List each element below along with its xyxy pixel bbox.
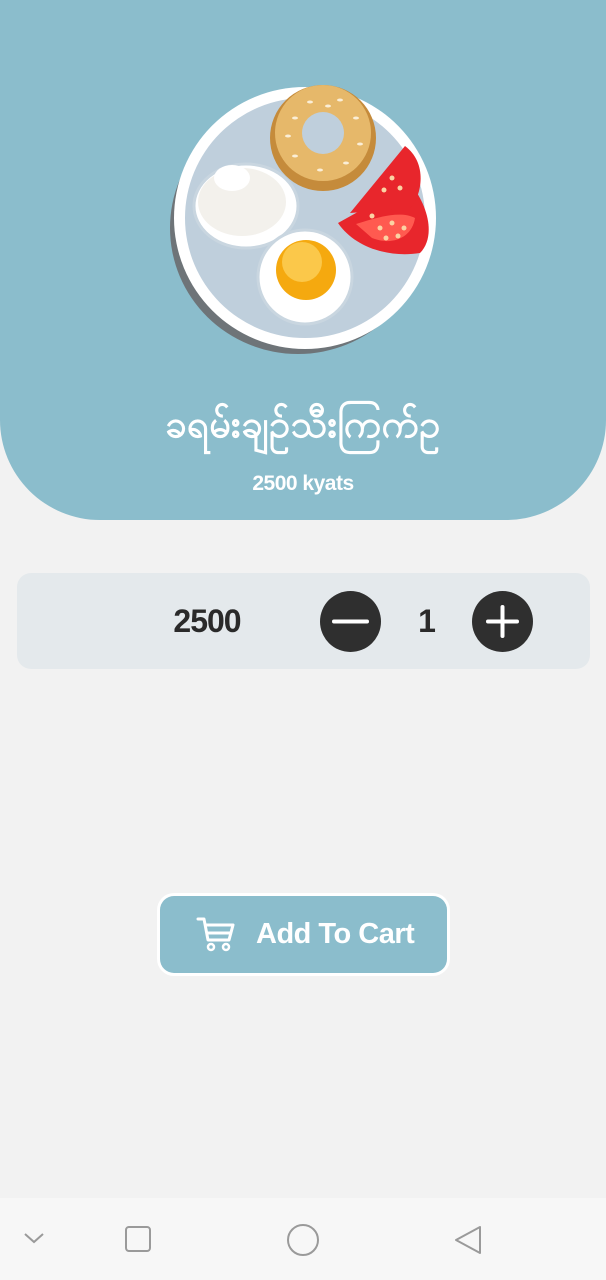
circle-icon[interactable] [286, 1223, 320, 1257]
minus-icon [332, 619, 369, 624]
breakfast-plate-icon [170, 85, 436, 354]
back-triangle-icon[interactable] [453, 1224, 483, 1256]
total-price: 2500 [173, 603, 241, 639]
product-name: ခရမ်းချဉ်သီးကြက်ဥ [165, 402, 441, 446]
quantity-value: 1 [418, 603, 436, 639]
add-to-cart-button[interactable]: Add To Cart [160, 896, 447, 973]
plus-icon [486, 605, 519, 638]
square-icon[interactable] [124, 1225, 152, 1253]
system-navigation-bar [0, 1198, 606, 1280]
cart-icon [196, 917, 235, 952]
increase-quantity-button[interactable] [472, 591, 533, 652]
quantity-card: 2500 1 [17, 573, 590, 669]
decrease-quantity-button[interactable] [320, 591, 381, 652]
product-price: 2500 kyats [252, 472, 354, 495]
product-header: ခရမ်းချဉ်သီးကြက်ဥ 2500 kyats [0, 0, 606, 520]
add-to-cart-label: Add To Cart [256, 918, 415, 950]
chevron-down-icon[interactable] [22, 1228, 46, 1248]
